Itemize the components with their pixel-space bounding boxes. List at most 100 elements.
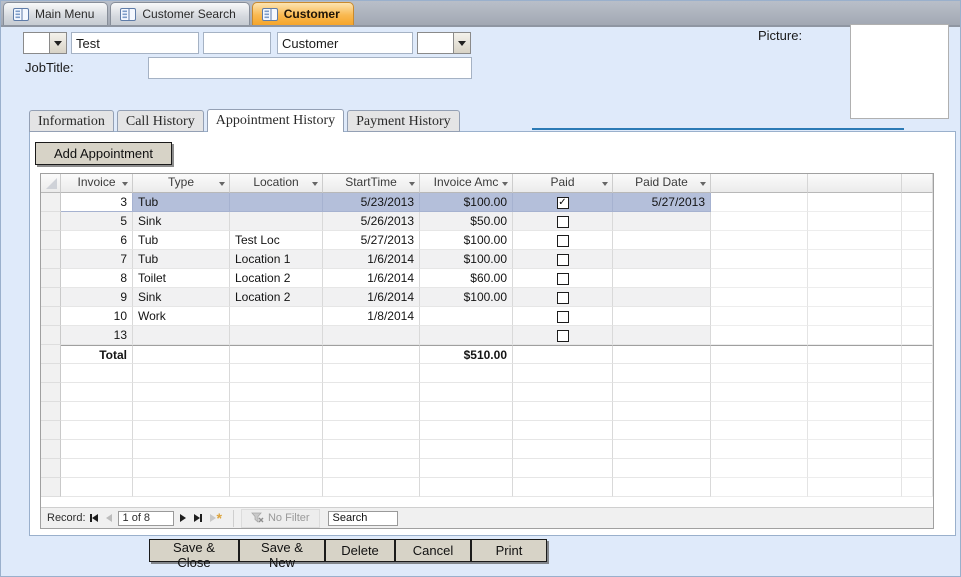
middle-name-field[interactable] bbox=[203, 32, 271, 54]
cell-type[interactable]: Tub bbox=[133, 250, 230, 269]
chevron-down-icon[interactable] bbox=[502, 182, 508, 186]
cell-start_time[interactable]: 5/27/2013 bbox=[323, 231, 420, 250]
title-combobox[interactable] bbox=[23, 32, 67, 54]
column-header-paid[interactable]: Paid bbox=[513, 174, 613, 193]
cell-location[interactable]: Test Loc bbox=[230, 231, 323, 250]
cell-start_time[interactable]: 1/6/2014 bbox=[323, 250, 420, 269]
paid-checkbox[interactable] bbox=[557, 216, 569, 228]
cell-type[interactable] bbox=[133, 326, 230, 345]
paid-checkbox[interactable] bbox=[557, 292, 569, 304]
chevron-down-icon[interactable] bbox=[122, 182, 128, 186]
cell-paid_date[interactable] bbox=[613, 231, 711, 250]
cell-location[interactable]: Location 2 bbox=[230, 269, 323, 288]
cell-invoice[interactable]: 9 bbox=[61, 288, 133, 307]
paid-checkbox[interactable] bbox=[557, 330, 569, 342]
no-filter-button[interactable]: No Filter bbox=[241, 509, 320, 528]
chevron-down-icon[interactable] bbox=[602, 182, 608, 186]
last-name-field[interactable] bbox=[277, 32, 413, 54]
next-record-button[interactable] bbox=[180, 514, 186, 522]
cell-amount[interactable] bbox=[420, 307, 513, 326]
cell-type[interactable]: Sink bbox=[133, 212, 230, 231]
record-position[interactable]: 1 of 8 bbox=[118, 511, 174, 526]
column-header-paid-date[interactable]: Paid Date bbox=[613, 174, 711, 193]
cell-start_time[interactable] bbox=[323, 326, 420, 345]
first-record-button[interactable] bbox=[90, 514, 98, 522]
chevron-down-icon[interactable] bbox=[409, 182, 415, 186]
cell-paid_date[interactable] bbox=[613, 212, 711, 231]
cell-type[interactable]: Work bbox=[133, 307, 230, 326]
tab-appointment-history[interactable]: Appointment History bbox=[207, 109, 344, 132]
cell-start_time[interactable]: 1/8/2014 bbox=[323, 307, 420, 326]
cell-type[interactable]: Tub bbox=[133, 193, 230, 212]
job-title-field[interactable] bbox=[148, 57, 472, 79]
cell-paid[interactable] bbox=[513, 231, 613, 250]
suffix-combobox[interactable] bbox=[417, 32, 471, 54]
record-selector[interactable] bbox=[41, 288, 61, 307]
tab-information[interactable]: Information bbox=[29, 110, 114, 132]
cell-amount[interactable]: $100.00 bbox=[420, 250, 513, 269]
cell-paid[interactable] bbox=[513, 269, 613, 288]
cell-paid_date[interactable] bbox=[613, 269, 711, 288]
tab-call-history[interactable]: Call History bbox=[117, 110, 204, 132]
cell-type[interactable]: Sink bbox=[133, 288, 230, 307]
cell-location[interactable] bbox=[230, 193, 323, 212]
cell-start_time[interactable]: 5/23/2013 bbox=[323, 193, 420, 212]
tab-customer[interactable]: Customer bbox=[252, 2, 354, 25]
cell-invoice[interactable]: 6 bbox=[61, 231, 133, 250]
delete-button[interactable]: Delete bbox=[325, 539, 395, 562]
cell-paid_date[interactable] bbox=[613, 250, 711, 269]
cell-amount[interactable]: $50.00 bbox=[420, 212, 513, 231]
paid-checkbox[interactable] bbox=[557, 273, 569, 285]
cell-paid_date[interactable] bbox=[613, 288, 711, 307]
record-selector[interactable] bbox=[41, 326, 61, 345]
cell-start_time[interactable]: 1/6/2014 bbox=[323, 269, 420, 288]
new-record-button[interactable]: * bbox=[210, 514, 222, 522]
cell-amount[interactable]: $100.00 bbox=[420, 288, 513, 307]
cell-invoice[interactable]: 7 bbox=[61, 250, 133, 269]
cell-paid[interactable] bbox=[513, 326, 613, 345]
paid-checkbox[interactable]: ✓ bbox=[557, 197, 569, 209]
paid-checkbox[interactable] bbox=[557, 311, 569, 323]
cell-paid[interactable] bbox=[513, 307, 613, 326]
tab-main-menu[interactable]: Main Menu bbox=[3, 2, 108, 25]
record-selector[interactable] bbox=[41, 231, 61, 250]
column-header-type[interactable]: Type bbox=[133, 174, 230, 193]
chevron-down-icon[interactable] bbox=[219, 182, 225, 186]
save-new-button[interactable]: Save & New bbox=[239, 539, 325, 562]
search-input[interactable] bbox=[328, 511, 398, 526]
cell-location[interactable] bbox=[230, 212, 323, 231]
cell-location[interactable]: Location 2 bbox=[230, 288, 323, 307]
cell-paid[interactable] bbox=[513, 250, 613, 269]
record-selector[interactable] bbox=[41, 193, 61, 212]
cell-amount[interactable]: $100.00 bbox=[420, 231, 513, 250]
cell-start_time[interactable]: 1/6/2014 bbox=[323, 288, 420, 307]
cell-start_time[interactable]: 5/26/2013 bbox=[323, 212, 420, 231]
select-all-corner[interactable] bbox=[41, 174, 61, 193]
cell-type[interactable]: Tub bbox=[133, 231, 230, 250]
tab-customer-search[interactable]: Customer Search bbox=[110, 2, 249, 25]
cell-invoice[interactable]: 3 bbox=[61, 193, 133, 212]
record-selector[interactable] bbox=[41, 307, 61, 326]
paid-checkbox[interactable] bbox=[557, 235, 569, 247]
cell-paid[interactable] bbox=[513, 212, 613, 231]
tab-payment-history[interactable]: Payment History bbox=[347, 110, 460, 132]
chevron-down-icon[interactable] bbox=[700, 182, 706, 186]
cell-location[interactable]: Location 1 bbox=[230, 250, 323, 269]
last-record-button[interactable] bbox=[194, 514, 202, 522]
cancel-button[interactable]: Cancel bbox=[395, 539, 471, 562]
print-button[interactable]: Print bbox=[471, 539, 547, 562]
cell-amount[interactable]: $100.00 bbox=[420, 193, 513, 212]
cell-amount[interactable]: $60.00 bbox=[420, 269, 513, 288]
picture-frame[interactable] bbox=[850, 24, 949, 119]
chevron-down-icon[interactable] bbox=[312, 182, 318, 186]
cell-paid_date[interactable] bbox=[613, 307, 711, 326]
first-name-field[interactable] bbox=[71, 32, 199, 54]
column-header-invoice[interactable]: Invoice bbox=[61, 174, 133, 193]
cell-invoice[interactable]: 10 bbox=[61, 307, 133, 326]
previous-record-button[interactable] bbox=[106, 514, 112, 522]
cell-location[interactable] bbox=[230, 326, 323, 345]
column-header-starttime[interactable]: StartTime bbox=[323, 174, 420, 193]
cell-paid_date[interactable]: 5/27/2013 bbox=[613, 193, 711, 212]
column-header-location[interactable]: Location bbox=[230, 174, 323, 193]
title-combobox-dropdown-button[interactable] bbox=[49, 33, 66, 53]
